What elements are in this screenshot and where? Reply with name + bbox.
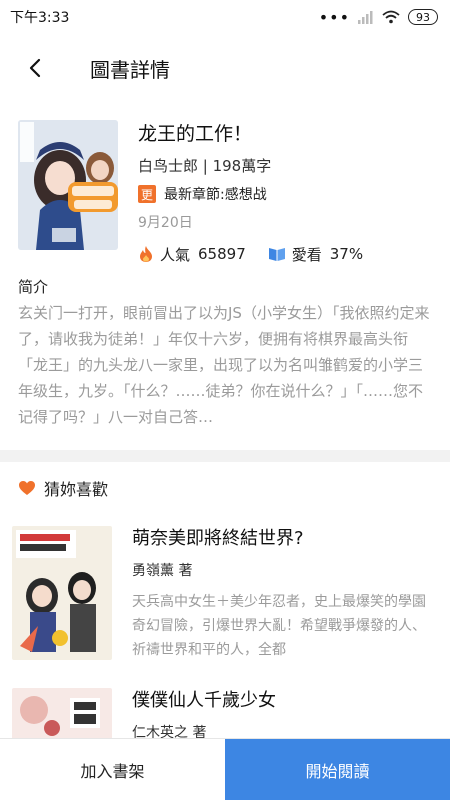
like-stat: 愛看 37% bbox=[268, 244, 363, 265]
book-info: 龙王的工作！ 白鸟士郎 | 198萬字 更 最新章節:感想战 9月20日 人氣 … bbox=[138, 120, 432, 267]
popularity-label: 人氣 bbox=[160, 245, 191, 264]
heart-icon bbox=[19, 481, 35, 495]
recommend-info: 萌奈美即將終結世界? 勇嶺薰 著 天兵高中女生＋美少年忍者，史上最爆笑的學園奇幻… bbox=[132, 526, 438, 662]
recommend-title: 萌奈美即將終結世界? bbox=[132, 528, 304, 549]
page-title: 圖書詳情 bbox=[90, 57, 170, 82]
update-date: 9月20日 bbox=[138, 215, 193, 231]
book-cover-art bbox=[18, 120, 118, 250]
status-time: 下午3:33 bbox=[10, 10, 70, 26]
more-dots-icon: ••• bbox=[318, 7, 350, 27]
like-label: 愛看 bbox=[291, 245, 322, 264]
popularity-value: 65897 bbox=[198, 245, 246, 263]
recommend-author: 勇嶺薰 著 bbox=[132, 563, 193, 579]
app-header: 圖書詳情 bbox=[0, 40, 450, 96]
battery-icon: 93 bbox=[408, 9, 438, 25]
recommend-cover-art bbox=[12, 526, 112, 660]
chevron-left-icon bbox=[29, 58, 41, 78]
status-icons: ••• 93 bbox=[319, 8, 438, 27]
recommend-info: 僕僕仙人千歲少女 仁木英之 著 bbox=[132, 688, 438, 744]
fire-icon bbox=[140, 246, 152, 262]
book-cover[interactable] bbox=[18, 120, 118, 250]
update-badge: 更 bbox=[138, 185, 156, 203]
popularity-stat: 人氣 65897 bbox=[138, 244, 246, 265]
recommend-title: 僕僕仙人千歲少女 bbox=[132, 690, 276, 711]
recommend-cover bbox=[12, 526, 112, 660]
recommend-heading: 猜妳喜歡 bbox=[18, 476, 108, 500]
recommend-desc: 天兵高中女生＋美少年忍者，史上最爆笑的學園奇幻冒險，引爆世界大亂！希望戰爭爆發的… bbox=[132, 594, 426, 658]
status-bar: 下午3:33 ••• 93 bbox=[0, 0, 450, 34]
like-value: 37% bbox=[329, 245, 364, 263]
book-author[interactable]: 白鸟士郎 | 198萬字 bbox=[138, 155, 432, 177]
signal-icon bbox=[358, 11, 373, 24]
bottom-action-bar: 加入書架 開始閱讀 bbox=[0, 738, 450, 800]
back-button[interactable] bbox=[0, 40, 70, 96]
section-divider bbox=[0, 450, 450, 462]
latest-chapter[interactable]: 更 最新章節:感想战 bbox=[138, 183, 432, 205]
intro-text[interactable]: 玄关门一打开，眼前冒出了以为JS（小学女生）「我依照约定来了，请收我为徒弟！」年… bbox=[18, 300, 432, 436]
recommend-item[interactable]: 萌奈美即將終結世界? 勇嶺薰 著 天兵高中女生＋美少年忍者，史上最爆笑的學園奇幻… bbox=[12, 526, 438, 666]
add-to-shelf-button[interactable]: 加入書架 bbox=[0, 739, 225, 800]
book-stats: 人氣 65897 愛看 37% bbox=[138, 241, 432, 267]
wifi-icon bbox=[382, 10, 400, 24]
book-open-icon bbox=[268, 248, 285, 261]
latest-chapter-text: 最新章節:感想战 bbox=[164, 187, 267, 203]
book-title: 龙王的工作！ bbox=[138, 123, 253, 145]
intro-heading: 简介 bbox=[18, 278, 49, 296]
recommend-heading-text: 猜妳喜歡 bbox=[44, 480, 109, 499]
book-detail: 龙王的工作！ 白鸟士郎 | 198萬字 更 最新章節:感想战 9月20日 人氣 … bbox=[18, 120, 432, 264]
start-reading-button[interactable]: 開始閱讀 bbox=[225, 739, 450, 800]
